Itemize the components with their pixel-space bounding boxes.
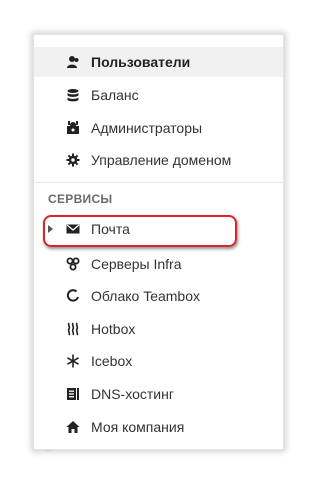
- sidebar-item-icebox[interactable]: Icebox: [34, 346, 283, 376]
- sidebar-item-my-company[interactable]: Моя компания: [34, 412, 283, 442]
- admin-icon: [66, 121, 80, 135]
- sidebar-item-administrators[interactable]: Администраторы: [34, 113, 283, 143]
- sidebar-item-label: Облако Teambox: [91, 288, 200, 304]
- sidebar-item-label: Серверы Infra: [91, 256, 182, 272]
- section-divider: [34, 182, 283, 183]
- mail-highlight-frame: [43, 215, 237, 247]
- sidebar-item-label: Баланс: [91, 87, 139, 103]
- section-title-services: СЕРВИСЫ: [48, 192, 113, 206]
- sidebar-item-hotbox[interactable]: Hotbox: [34, 314, 283, 344]
- sidebar-item-label: Icebox: [91, 353, 133, 369]
- screenshot-page: Sovetnurkompa.ru Sovetnurkompa.ru Sovetn…: [0, 0, 319, 487]
- home-icon: [66, 420, 80, 434]
- gear-icon: [66, 153, 80, 167]
- sidebar-item-label: Администраторы: [91, 120, 203, 136]
- sidebar-item-balance[interactable]: Баланс: [34, 80, 283, 110]
- sidebar-item-teambox-cloud[interactable]: Облако Teambox: [34, 281, 283, 311]
- infra-icon: [66, 257, 80, 271]
- hot-waves-icon: [66, 322, 80, 336]
- sidebar-item-dns-hosting[interactable]: DNS-хостинг: [34, 379, 283, 409]
- sidebar-item-label: Моя компания: [91, 419, 185, 435]
- sidebar-menu: Пользователи Баланс Администраторы Управ…: [33, 34, 284, 450]
- users-icon: [66, 55, 80, 69]
- sidebar-item-infra-servers[interactable]: Серверы Infra: [34, 249, 283, 279]
- database-icon: [66, 88, 80, 102]
- sidebar-item-label: Управление доменом: [91, 152, 232, 168]
- snowflake-icon: [66, 354, 80, 368]
- dns-icon: [66, 387, 80, 401]
- sidebar-item-label: Hotbox: [91, 321, 136, 337]
- cloud-ring-icon: [66, 289, 80, 303]
- sidebar-item-users[interactable]: Пользователи: [34, 47, 283, 77]
- sidebar-item-label: Пользователи: [91, 54, 191, 70]
- sidebar-item-domain-management[interactable]: Управление доменом: [34, 145, 283, 175]
- sidebar-item-label: DNS-хостинг: [91, 386, 174, 402]
